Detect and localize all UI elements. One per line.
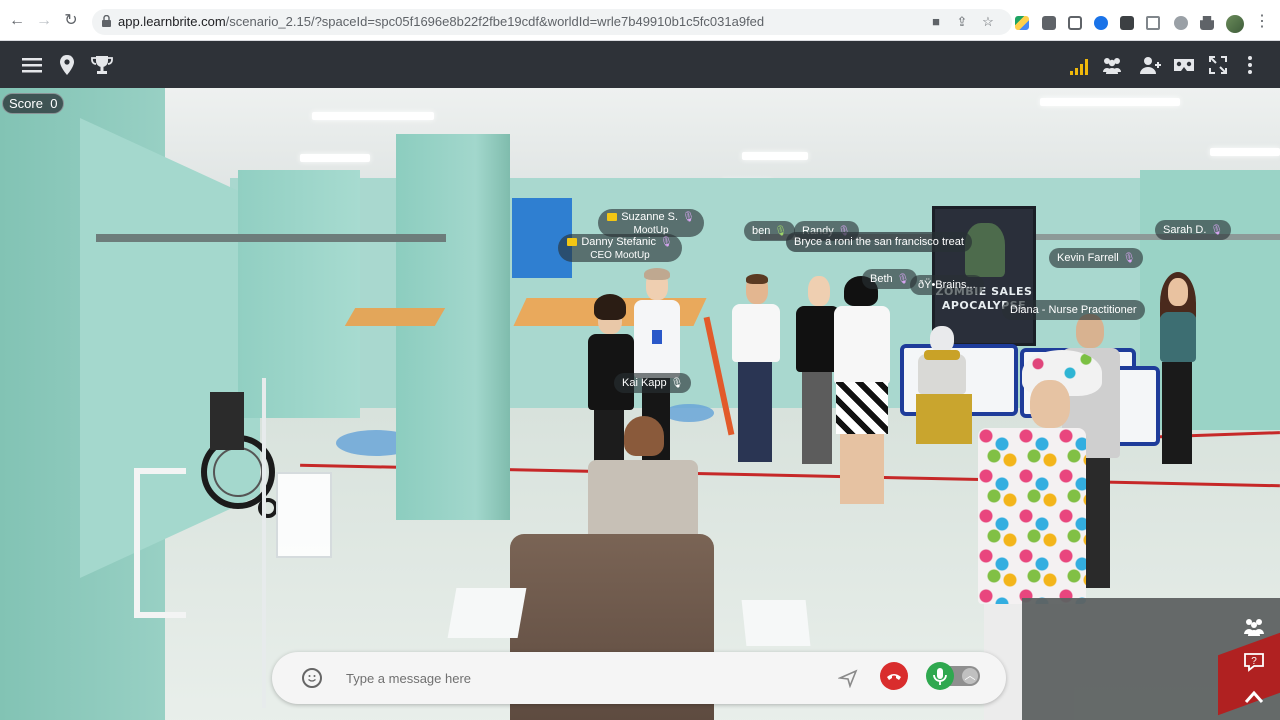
- name-tag-label: Suzanne S.: [621, 211, 679, 223]
- location-pin-icon[interactable]: [55, 53, 79, 77]
- chat-bar: ︿: [272, 652, 1006, 704]
- ceiling-light: [312, 112, 434, 120]
- name-tag-label: ðŸ•Brains...: [918, 279, 976, 291]
- extension-icon[interactable]: [1174, 16, 1188, 30]
- name-tag-subtitle: CEO MootUp: [590, 250, 650, 261]
- extension-icon[interactable]: [1120, 16, 1134, 30]
- hamburger-menu-icon[interactable]: [20, 53, 44, 77]
- microphone-icon: 🎙: [1210, 225, 1224, 236]
- extension-icon[interactable]: [1146, 16, 1160, 30]
- microphone-icon: 🎙: [896, 274, 910, 285]
- name-tag-brains: ðŸ•Brains...: [910, 275, 984, 295]
- reload-icon[interactable]: ↻: [60, 10, 82, 32]
- group-icon[interactable]: [1242, 614, 1266, 638]
- name-tag-label: Kai Kapp: [622, 377, 667, 389]
- name-tag-label: Beth: [870, 273, 893, 285]
- score-value: 0: [50, 96, 58, 111]
- avatar-sarah-d[interactable]: [1150, 272, 1206, 468]
- send-icon[interactable]: [838, 668, 858, 688]
- microphone-icon: 🎙: [670, 378, 684, 389]
- google-drive-icon[interactable]: [1015, 16, 1029, 30]
- crown-icon: [607, 213, 618, 222]
- ceiling-light: [1040, 98, 1180, 106]
- extension-icon[interactable]: [1068, 16, 1082, 30]
- zombie-hand-graphic: [965, 223, 1005, 277]
- menu-dots-icon[interactable]: ⋮: [1254, 14, 1270, 30]
- pillar: [238, 170, 360, 418]
- walker-frame: [134, 468, 186, 618]
- microphone-icon: 🎙: [1122, 253, 1136, 264]
- back-arrow-icon[interactable]: ←: [6, 10, 28, 32]
- vr-headset-icon[interactable]: [1172, 53, 1196, 77]
- side-table: [741, 600, 811, 646]
- lock-icon: [102, 15, 111, 27]
- share-icon[interactable]: ⇪: [954, 14, 970, 30]
- name-tag-kai: Kai Kapp 🎙: [614, 373, 692, 393]
- name-tag-label: Kevin Farrell: [1057, 252, 1119, 264]
- avatar-ben[interactable]: [728, 274, 784, 466]
- iv-pole: [262, 378, 266, 708]
- chevron-up-icon[interactable]: [1242, 686, 1266, 710]
- ceiling-light: [742, 152, 808, 160]
- url-host: app.learnbrite.com: [118, 14, 226, 29]
- name-tag-danny: Danny Stefanic 🎙 CEO MootUp: [558, 234, 682, 262]
- name-tag-sarah: Sarah D. 🎙: [1155, 220, 1232, 240]
- crown-icon: [567, 238, 578, 247]
- wheelchair: [201, 392, 278, 518]
- add-user-icon[interactable]: [1138, 53, 1162, 77]
- signal-strength-icon[interactable]: [1068, 53, 1092, 77]
- name-tag-beth: Beth 🎙: [862, 269, 918, 289]
- microphone-icon: 🎙: [659, 237, 673, 248]
- people-icon[interactable]: [1100, 53, 1124, 77]
- ceiling-light: [300, 154, 370, 162]
- name-tag-label: Bryce a roni the san francisco treat: [794, 236, 964, 248]
- forward-arrow-icon[interactable]: →: [33, 10, 55, 32]
- side-table: [447, 588, 527, 638]
- extension-icon[interactable]: [1042, 16, 1056, 30]
- address-bar[interactable]: app.learnbrite.com/scenario_2.15/?spaceI…: [92, 9, 1012, 35]
- url-path: /scenario_2.15/?spaceId=spc05f1696e8b22f…: [225, 14, 765, 29]
- chevron-up-icon: ︿: [962, 668, 978, 684]
- ceiling-beam: [96, 234, 446, 242]
- name-tag-suzanne: Suzanne S. 🎙 MootUp: [598, 209, 704, 237]
- virtual-world-viewport[interactable]: ZOMBIE SALES APOCALYPSE Suzanne S. 🎙 Moo…: [0, 88, 1280, 720]
- star-icon[interactable]: ☆: [980, 14, 996, 30]
- puzzle-icon[interactable]: [1200, 16, 1214, 30]
- pillar: [396, 134, 510, 520]
- camera-icon[interactable]: ■: [928, 14, 944, 30]
- name-tag-diana: Diana - Nurse Practitioner: [1002, 300, 1145, 320]
- trophy-icon[interactable]: [90, 53, 114, 77]
- hangup-icon: [887, 674, 901, 680]
- microphone-icon: [933, 668, 947, 685]
- name-tag-label: ben: [752, 225, 771, 237]
- score-badge: Score 0: [2, 93, 65, 114]
- name-tag-label: Diana - Nurse Practitioner: [1010, 304, 1137, 316]
- fullscreen-icon[interactable]: [1206, 53, 1230, 77]
- avatar-beth[interactable]: [820, 276, 900, 516]
- profile-avatar[interactable]: [1226, 15, 1244, 33]
- help-icon[interactable]: ?: [1242, 650, 1266, 674]
- ceiling-light: [1210, 148, 1280, 156]
- name-tag-kevin: Kevin Farrell 🎙: [1049, 248, 1144, 268]
- url-text: app.learnbrite.com/scenario_2.15/?spaceI…: [118, 14, 764, 29]
- svg-text:?: ?: [1251, 656, 1257, 667]
- hangup-button[interactable]: [880, 662, 908, 690]
- name-tag-label: Danny Stefanic: [581, 236, 656, 248]
- score-label: Score: [9, 96, 43, 111]
- microphone-icon: 🎙: [682, 212, 695, 223]
- emoji-icon[interactable]: [302, 668, 322, 688]
- app-toolbar: [0, 41, 1280, 88]
- extension-icon[interactable]: [1094, 16, 1108, 30]
- message-input[interactable]: [346, 666, 826, 690]
- microphone-icon: 🎙: [774, 226, 788, 237]
- browser-toolbar: ← → ↻ app.learnbrite.com/scenario_2.15/?…: [0, 0, 1280, 41]
- more-vertical-icon[interactable]: [1238, 53, 1262, 77]
- name-tag-bryce: Bryce a roni the san francisco treat: [786, 232, 972, 252]
- name-tag-label: Sarah D.: [1163, 224, 1207, 236]
- microphone-button[interactable]: [926, 662, 954, 690]
- desk: [344, 308, 446, 326]
- iv-bag: [276, 472, 332, 558]
